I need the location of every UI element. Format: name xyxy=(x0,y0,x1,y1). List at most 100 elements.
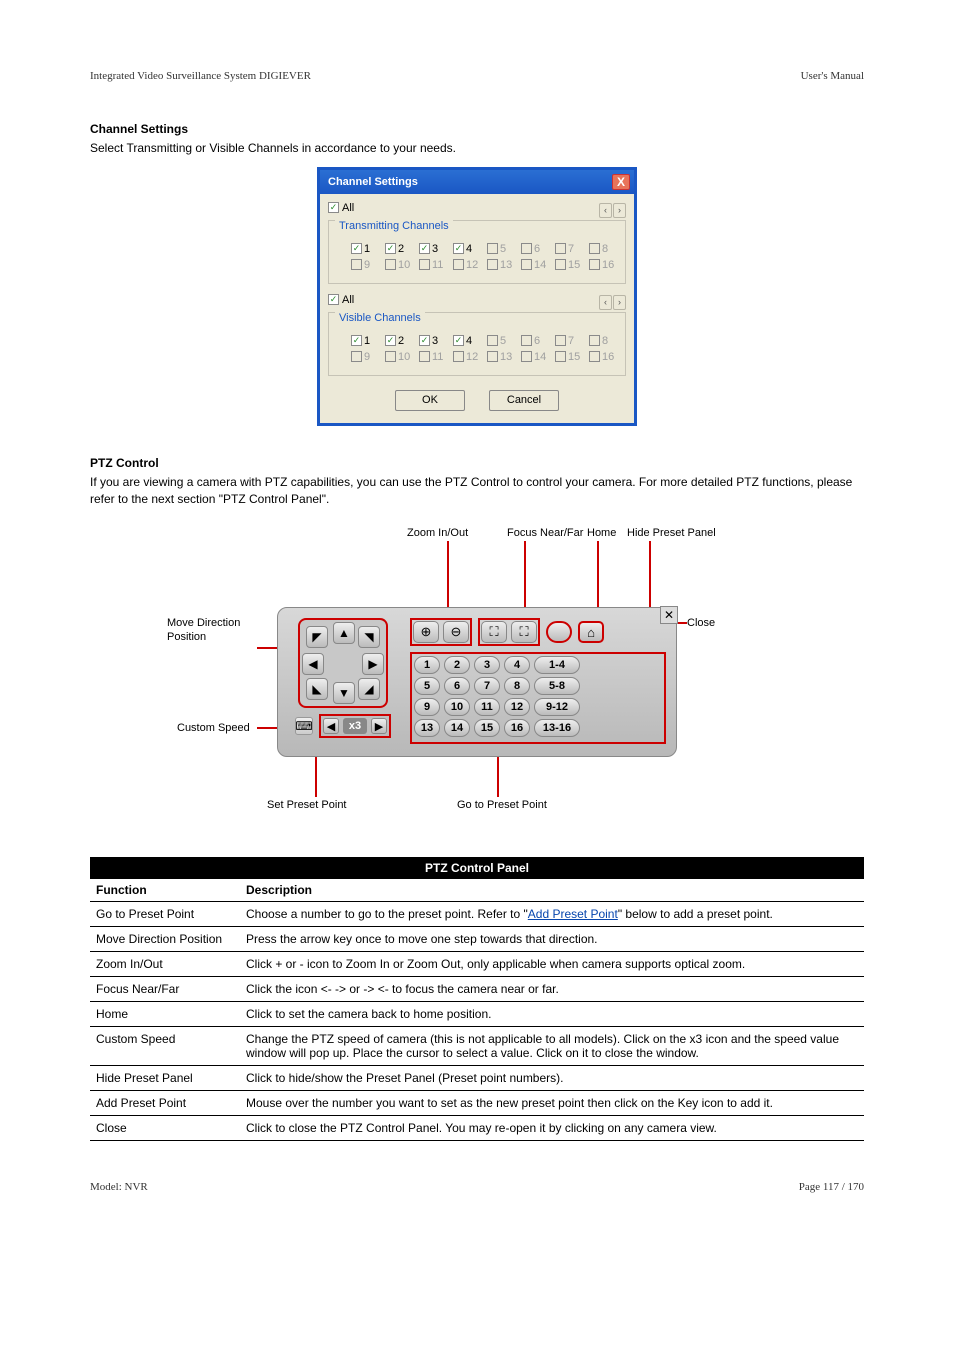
speed-down-button[interactable]: ◀ xyxy=(323,718,339,734)
nav-prev-button[interactable]: ‹ xyxy=(599,295,612,310)
preset-grid: 12341-456785-891011129-121314151613-16 xyxy=(410,652,666,744)
preset-button-15[interactable]: 15 xyxy=(474,719,500,737)
table-desc-cell: Change the PTZ speed of camera (this is … xyxy=(240,1027,864,1066)
table-func-cell: Go to Preset Point xyxy=(90,902,240,927)
speed-value[interactable]: x3 xyxy=(343,718,367,734)
speed-up-button[interactable]: ▶ xyxy=(371,718,387,734)
ptz-control-table: PTZ Control Panel Function Description G… xyxy=(90,857,864,1141)
table-desc-cell: Click to close the PTZ Control Panel. Yo… xyxy=(240,1116,864,1141)
preset-button-6[interactable]: 6 xyxy=(444,677,470,695)
checkbox-ch-15 xyxy=(555,259,566,270)
checkbox-ch-2[interactable] xyxy=(385,335,396,346)
preset-button-7[interactable]: 7 xyxy=(474,677,500,695)
footer-right: Page 117 / 170 xyxy=(799,1181,864,1193)
label-all: All xyxy=(342,202,354,214)
table-func-cell: Add Preset Point xyxy=(90,1091,240,1116)
callout-close: Close xyxy=(687,617,715,629)
checkbox-label: 11 xyxy=(432,351,443,363)
preset-button-1[interactable]: 1 xyxy=(414,656,440,674)
table-desc-cell: Click to set the camera back to home pos… xyxy=(240,1002,864,1027)
checkbox-ch-9 xyxy=(351,259,362,270)
checkbox-ch-1[interactable] xyxy=(351,335,362,346)
table-col-description: Description xyxy=(240,879,864,902)
preset-button-16[interactable]: 16 xyxy=(504,719,530,737)
arrow-upright-icon[interactable]: ◥ xyxy=(358,626,380,648)
nav-next-button[interactable]: › xyxy=(613,203,626,218)
section-text-channel: Select Transmitting or Visible Channels … xyxy=(90,140,864,157)
section-title-ptz: PTZ Control xyxy=(90,456,864,470)
checkbox-ch-1[interactable] xyxy=(351,243,362,254)
close-icon[interactable]: X xyxy=(612,174,630,190)
preset-button-8[interactable]: 8 xyxy=(504,677,530,695)
preset-range-button-13-16[interactable]: 13-16 xyxy=(534,719,580,737)
focus-near-icon[interactable]: ⛶ xyxy=(481,621,507,643)
zoom-in-icon[interactable]: ⊕ xyxy=(413,621,439,643)
checkbox-label: 1 xyxy=(364,335,370,347)
close-icon[interactable]: ✕ xyxy=(660,606,678,624)
checkbox-label: 6 xyxy=(534,335,540,347)
callout-custom-speed: Custom Speed xyxy=(177,722,250,734)
checkbox-label: 10 xyxy=(398,259,410,271)
home-icon[interactable] xyxy=(546,621,572,643)
arrow-upleft-icon[interactable]: ◤ xyxy=(306,626,328,648)
preset-range-button-1-4[interactable]: 1-4 xyxy=(534,656,580,674)
arrow-downright-icon[interactable]: ◢ xyxy=(358,678,380,700)
preset-button-9[interactable]: 9 xyxy=(414,698,440,716)
preset-button-12[interactable]: 12 xyxy=(504,698,530,716)
callout-move-dir: Move Direction xyxy=(167,617,240,629)
group-label-visible: Visible Channels xyxy=(335,312,425,324)
header-left: Integrated Video Surveillance System DIG… xyxy=(90,70,311,82)
preset-button-13[interactable]: 13 xyxy=(414,719,440,737)
preset-button-2[interactable]: 2 xyxy=(444,656,470,674)
checkbox-all-transmitting[interactable] xyxy=(328,202,339,213)
arrow-up-icon[interactable]: ▲ xyxy=(333,622,355,644)
preset-range-button-5-8[interactable]: 5-8 xyxy=(534,677,580,695)
table-func-cell: Hide Preset Panel xyxy=(90,1066,240,1091)
zoom-out-icon[interactable]: ⊖ xyxy=(443,621,469,643)
checkbox-label: 8 xyxy=(602,243,608,255)
checkbox-ch-5 xyxy=(487,243,498,254)
link-add-preset[interactable]: Add Preset Point xyxy=(528,907,618,921)
group-label-transmitting: Transmitting Channels xyxy=(335,220,453,232)
nav-next-button[interactable]: › xyxy=(613,295,626,310)
callout-hide-preset: Hide Preset Panel xyxy=(627,527,716,539)
arrow-right-icon[interactable]: ▶ xyxy=(362,653,384,675)
checkbox-all-visible[interactable] xyxy=(328,294,339,305)
checkbox-label: 4 xyxy=(466,335,472,347)
checkbox-ch-3[interactable] xyxy=(419,335,430,346)
preset-button-4[interactable]: 4 xyxy=(504,656,530,674)
key-icon[interactable]: ⌨ xyxy=(295,717,313,735)
checkbox-label: 13 xyxy=(500,351,512,363)
arrow-down-icon[interactable]: ▼ xyxy=(333,682,355,704)
nav-prev-button[interactable]: ‹ xyxy=(599,203,612,218)
preset-button-5[interactable]: 5 xyxy=(414,677,440,695)
ok-button[interactable]: OK xyxy=(395,390,465,411)
preset-button-14[interactable]: 14 xyxy=(444,719,470,737)
hide-preset-icon[interactable]: ⌂ xyxy=(578,621,604,643)
preset-button-3[interactable]: 3 xyxy=(474,656,500,674)
checkbox-ch-12 xyxy=(453,351,464,362)
checkbox-ch-4[interactable] xyxy=(453,243,464,254)
checkbox-ch-8 xyxy=(589,335,600,346)
preset-button-10[interactable]: 10 xyxy=(444,698,470,716)
checkbox-ch-4[interactable] xyxy=(453,335,464,346)
dialog-title: Channel Settings xyxy=(328,176,418,188)
preset-range-button-9-12[interactable]: 9-12 xyxy=(534,698,580,716)
callout-zoom: Zoom In/Out xyxy=(407,527,468,539)
checkbox-ch-6 xyxy=(521,243,532,254)
arrow-left-icon[interactable]: ◀ xyxy=(302,653,324,675)
focus-far-icon[interactable]: ⛶ xyxy=(511,621,537,643)
checkbox-ch-12 xyxy=(453,259,464,270)
direction-pad: ▲ ▼ ◀ ▶ ◤ ◥ ◣ ◢ xyxy=(298,618,388,708)
checkbox-ch-7 xyxy=(555,243,566,254)
checkbox-label: 12 xyxy=(466,259,478,271)
checkbox-ch-3[interactable] xyxy=(419,243,430,254)
preset-button-11[interactable]: 11 xyxy=(474,698,500,716)
checkbox-ch-2[interactable] xyxy=(385,243,396,254)
checkbox-label: 6 xyxy=(534,243,540,255)
cancel-button[interactable]: Cancel xyxy=(489,390,559,411)
arrow-downleft-icon[interactable]: ◣ xyxy=(306,678,328,700)
callout-set-preset: Set Preset Point xyxy=(267,799,347,811)
checkbox-label: 12 xyxy=(466,351,478,363)
checkbox-ch-16 xyxy=(589,351,600,362)
